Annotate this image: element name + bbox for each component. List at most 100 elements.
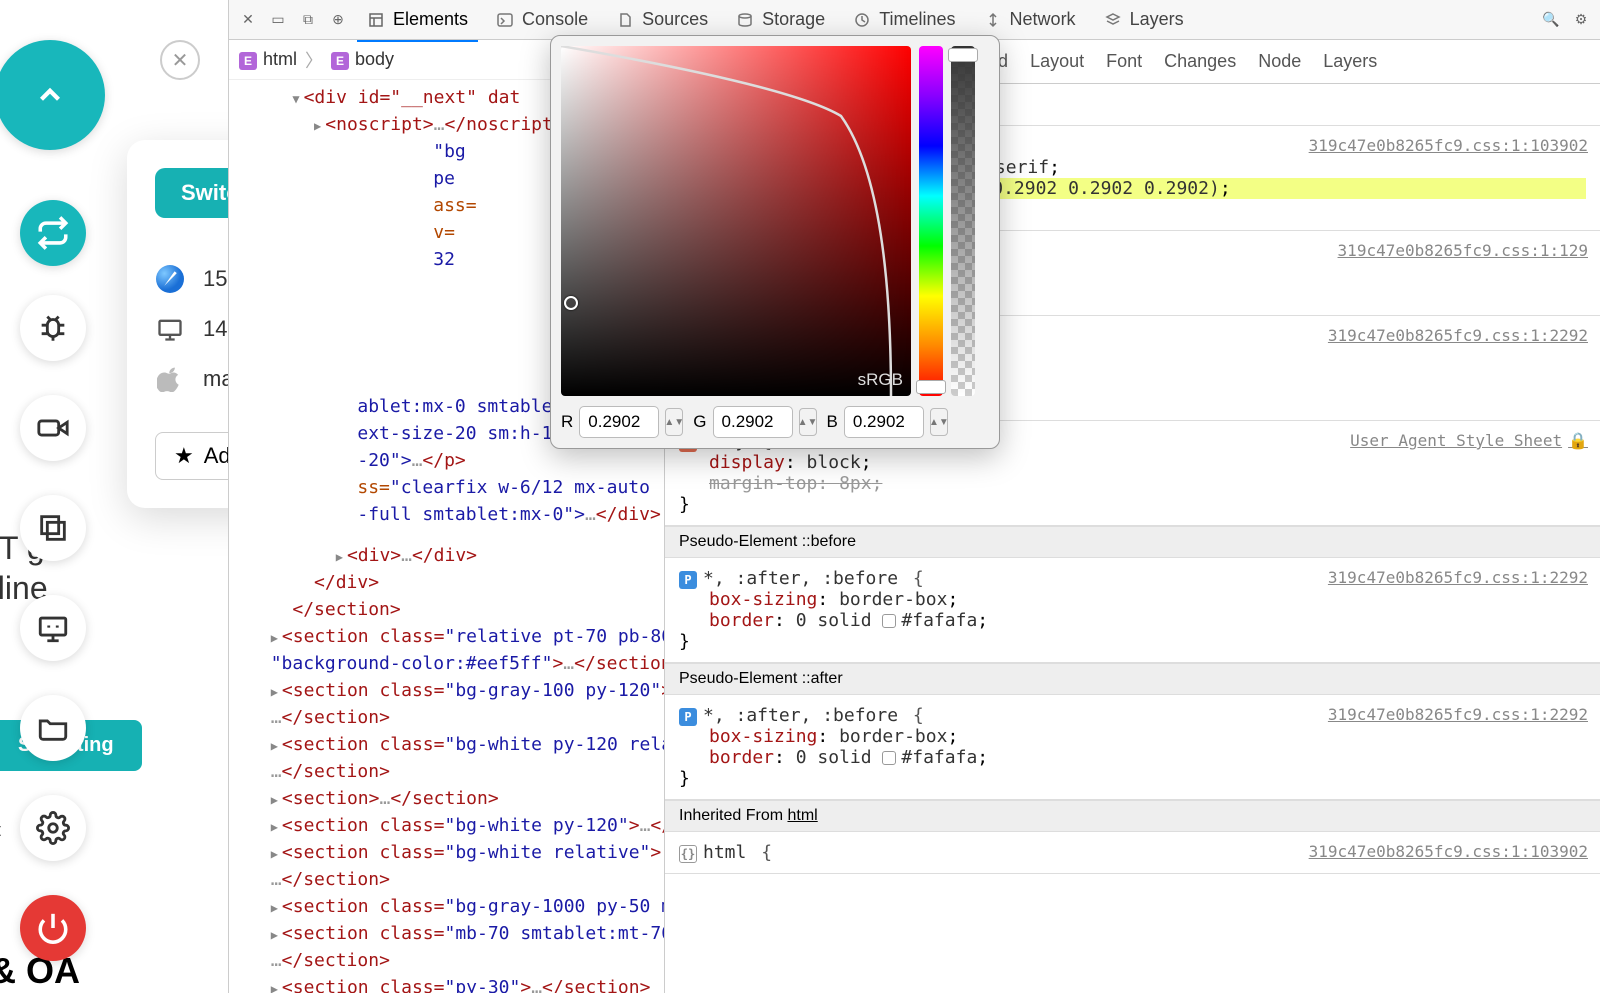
search-icon: 🔍 [1542, 11, 1559, 28]
color-picker-popover[interactable]: sRGB R ▲▼ G ▲▼ B ▲▼ [550, 35, 1000, 449]
tab-sources-label: Sources [642, 9, 708, 30]
r-field[interactable]: R ▲▼ [561, 406, 683, 438]
dock-bottom-icon: ⧉ [303, 11, 313, 28]
gear-small-icon: ⚙ [1575, 11, 1588, 28]
rule-source-link[interactable]: 319c47e0b8265fc9.css:1:103902 [1309, 136, 1588, 155]
power-icon [36, 911, 70, 945]
timelines-icon [853, 11, 871, 29]
screenshot-button[interactable] [20, 495, 86, 561]
tab-elements-label: Elements [393, 9, 468, 30]
rule-source-link[interactable]: 319c47e0b8265fc9.css:1:2292 [1328, 705, 1588, 724]
tab-layers-label: Layers [1130, 9, 1184, 30]
devtools-button[interactable] [20, 295, 86, 361]
close-devtools-button[interactable]: ✕ [233, 5, 263, 35]
search-button[interactable]: 🔍 [1536, 5, 1566, 35]
end-session-button[interactable] [20, 895, 86, 961]
g-label: G [693, 412, 706, 432]
devtools-tabbar: ✕ ▭ ⧉ ⊕ Elements Console Sources Stor [229, 0, 1600, 40]
inherited-header: Inherited From html [665, 800, 1600, 832]
saturation-value-field[interactable]: sRGB [561, 46, 911, 396]
tab-network-label: Network [1010, 9, 1076, 30]
star-icon: ★ [174, 443, 194, 469]
sv-cursor[interactable] [564, 296, 578, 310]
rule-source-ua: User Agent Style Sheet [1350, 431, 1588, 450]
r-input[interactable] [579, 406, 659, 438]
storage-icon [736, 11, 754, 29]
rule-inherited-html[interactable]: 319c47e0b8265fc9.css:1:103902 {}html { [665, 832, 1600, 874]
network-icon [984, 11, 1002, 29]
hue-thumb[interactable] [916, 380, 946, 394]
dock-icon: ▭ [271, 11, 284, 28]
copy-icon [36, 511, 70, 545]
rule-pseudo-before[interactable]: 319c47e0b8265fc9.css:1:2292 P*, :after, … [665, 558, 1600, 663]
tab-console[interactable]: Console [482, 3, 602, 36]
r-label: R [561, 412, 573, 432]
stab-font[interactable]: Font [1106, 51, 1142, 72]
close-icon: ✕ [172, 48, 189, 73]
swap-icon [36, 216, 70, 250]
tab-timelines[interactable]: Timelines [839, 3, 969, 36]
collapse-toolbar-button[interactable] [0, 40, 105, 150]
b-stepper[interactable]: ▲▼ [930, 408, 948, 436]
b-input[interactable] [844, 406, 924, 438]
tab-sources[interactable]: Sources [602, 3, 722, 36]
rule-pseudo-after[interactable]: 319c47e0b8265fc9.css:1:2292 P*, :after, … [665, 695, 1600, 800]
g-input[interactable] [713, 406, 793, 438]
apple-icon [155, 364, 185, 394]
console-icon [496, 11, 514, 29]
tab-console-label: Console [522, 9, 588, 30]
x-icon: ✕ [242, 11, 254, 28]
monitor-icon [36, 611, 70, 645]
video-icon [36, 411, 70, 445]
alpha-slider[interactable] [951, 46, 975, 396]
pseudo-before-header: Pseudo-Element ::before [665, 526, 1600, 558]
tab-elements[interactable]: Elements [353, 3, 482, 36]
elements-icon [367, 11, 385, 29]
rule-source-link[interactable]: 319c47e0b8265fc9.css:1:129 [1338, 241, 1588, 260]
rule-source-link[interactable]: 319c47e0b8265fc9.css:1:2292 [1328, 568, 1588, 587]
stab-layout[interactable]: Layout [1030, 51, 1084, 72]
tab-storage[interactable]: Storage [722, 3, 839, 36]
devtools-settings-button[interactable]: ⚙ [1566, 5, 1596, 35]
chevron-up-icon [33, 78, 67, 112]
tab-timelines-label: Timelines [879, 9, 955, 30]
target-icon: ⊕ [332, 11, 344, 28]
color-inputs: R ▲▼ G ▲▼ B ▲▼ [561, 406, 989, 438]
b-field[interactable]: B ▲▼ [827, 406, 948, 438]
crumb-html[interactable]: Ehtml [239, 49, 297, 70]
switch-browser-button[interactable] [20, 200, 86, 266]
lock-icon [1562, 431, 1588, 450]
layers-icon [1104, 11, 1122, 29]
files-button[interactable] [20, 695, 86, 761]
stab-layers[interactable]: Layers [1323, 51, 1377, 72]
g-stepper[interactable]: ▲▼ [799, 408, 817, 436]
tab-network[interactable]: Network [970, 3, 1090, 36]
stab-node[interactable]: Node [1258, 51, 1301, 72]
settings-button[interactable] [20, 795, 86, 861]
resolution-button[interactable] [20, 595, 86, 661]
alpha-thumb[interactable] [948, 48, 978, 62]
stab-changes[interactable]: Changes [1164, 51, 1236, 72]
crumb-body[interactable]: Ebody [331, 49, 394, 70]
g-field[interactable]: G ▲▼ [693, 406, 816, 438]
hue-slider[interactable] [919, 46, 943, 396]
rule-source-link[interactable]: 319c47e0b8265fc9.css:1:2292 [1328, 326, 1588, 345]
color-space-label: sRGB [858, 370, 903, 390]
dock-side-button[interactable]: ▭ [263, 5, 293, 35]
bug-icon [36, 311, 70, 345]
display-icon [155, 314, 185, 344]
inspect-element-button[interactable]: ⊕ [323, 5, 353, 35]
r-stepper[interactable]: ▲▼ [665, 408, 683, 436]
tab-layers[interactable]: Layers [1090, 3, 1198, 36]
chevron-right-icon: 〉 [305, 47, 323, 73]
pseudo-after-header: Pseudo-Element ::after [665, 663, 1600, 695]
b-label: B [827, 412, 838, 432]
gear-icon [36, 811, 70, 845]
browser-version: 15 [203, 266, 227, 292]
folder-icon [36, 711, 70, 745]
gamut-curve [561, 46, 911, 396]
rule-source-link[interactable]: 319c47e0b8265fc9.css:1:103902 [1309, 842, 1588, 861]
record-button[interactable] [20, 395, 86, 461]
close-session-button[interactable]: ✕ [160, 40, 200, 80]
dock-bottom-button[interactable]: ⧉ [293, 5, 323, 35]
